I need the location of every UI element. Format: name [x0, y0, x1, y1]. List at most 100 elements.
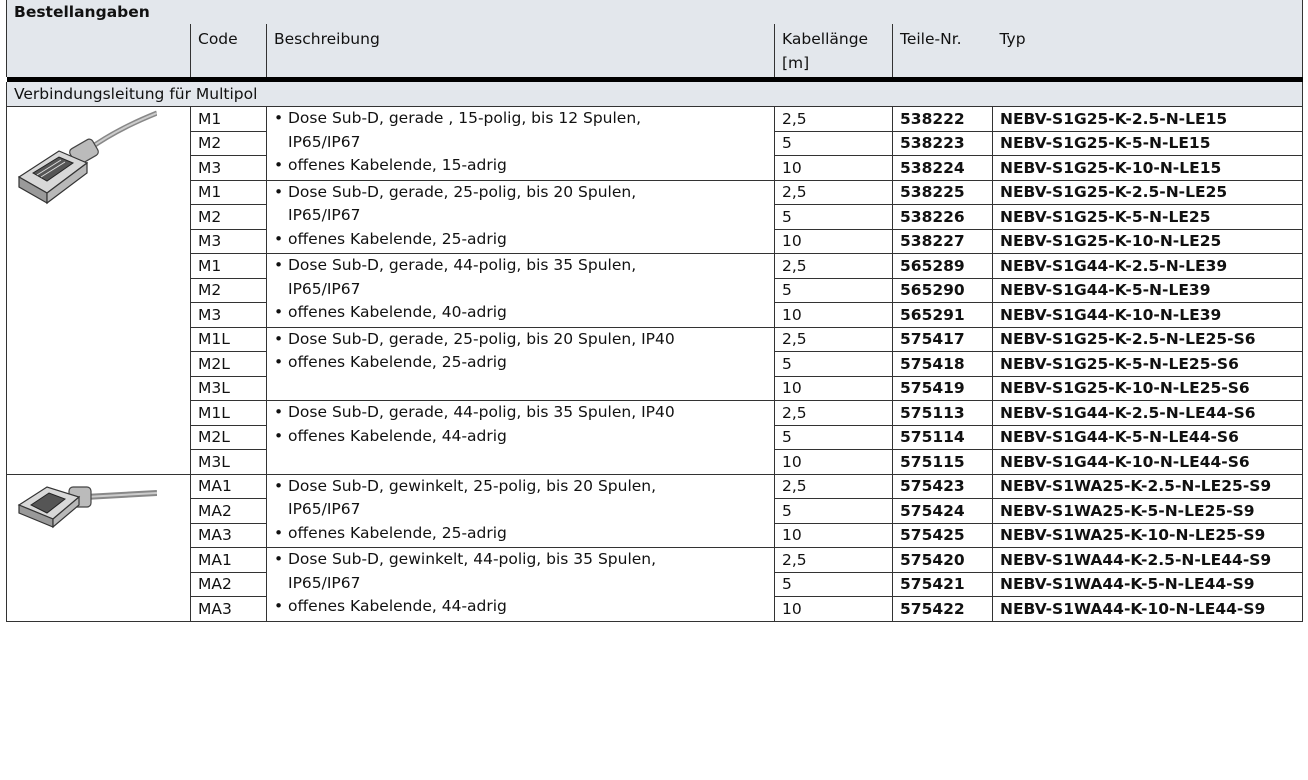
description-line: IP65/IP67: [288, 206, 361, 224]
code-cell: M2: [190, 277, 267, 303]
cable-length-cell: 2,5: [774, 179, 893, 205]
cable-length-cell: 2,5: [774, 400, 893, 426]
part-number-cell: 575113: [892, 400, 993, 426]
description-line: offenes Kabelende, 44-adrig: [274, 595, 767, 619]
code-cell: MA1: [190, 473, 267, 499]
table-row: M1 Dose Sub-D, gerade , 15-polig, bis 12 …: [6, 106, 1304, 475]
type-cell: NEBV-S1WA25-K-5-N-LE25-S9: [991, 498, 1304, 524]
table-row: M1 Dose Sub-D, gerade, 44-polig, bis 35 S…: [7, 253, 1304, 328]
description-line: Dose Sub-D, gerade, 44-polig, bis 35 Spu…: [274, 401, 767, 424]
type-cell: NEBV-S1G25-K-2.5-N-LE15: [991, 106, 1304, 132]
part-number-cell: 538227: [892, 228, 993, 254]
code-cell: M3: [190, 155, 267, 181]
type-cell: NEBV-S1WA44-K-2.5-N-LE44-S9: [991, 547, 1304, 573]
part-number-cell: 565291: [892, 302, 993, 328]
part-number-cell: 575420: [892, 547, 993, 573]
part-number-cell: 538223: [892, 130, 993, 156]
header-kabellaenge-line2: [m]: [782, 54, 810, 72]
type-cell: NEBV-S1WA44-K-10-N-LE44-S9: [991, 596, 1304, 622]
header-kabellaenge: Kabellänge [m]: [774, 24, 893, 77]
order-table: Bestellangaben Code Beschreibung Kabellä…: [5, 0, 1304, 622]
table-title: Bestellangaben: [5, 0, 1304, 24]
part-number-cell: 575115: [892, 449, 993, 475]
code-cell: M3: [190, 302, 267, 328]
product-image-cell: [6, 473, 191, 622]
description-cell: Dose Sub-D, gerade, 25-polig, bis 20 Spu…: [266, 326, 775, 401]
code-cell: M2L: [190, 424, 267, 450]
type-cell: NEBV-S1G44-K-5-N-LE39: [991, 277, 1304, 303]
cable-length-cell: 2,5: [774, 253, 893, 279]
code-cell: MA1: [190, 547, 267, 573]
cable-length-cell: 2,5: [774, 326, 893, 352]
description-line: offenes Kabelende, 25-adrig: [274, 228, 767, 252]
table-row: MA1 Dose Sub-D, gewinkelt, 25-polig, bis …: [6, 473, 1304, 622]
cable-length-cell: 10: [774, 522, 893, 548]
description-line: Dose Sub-D, gerade, 25-polig, bis 20 Spu…: [274, 181, 767, 204]
type-cell: NEBV-S1G25-K-5-N-LE15: [991, 130, 1304, 156]
part-number-cell: 575424: [892, 498, 993, 524]
code-cell: M1L: [190, 400, 267, 426]
cable-length-cell: 10: [774, 375, 893, 401]
type-cell: NEBV-S1WA25-K-2.5-N-LE25-S9: [991, 473, 1304, 499]
cable-length-cell: 2,5: [774, 547, 893, 573]
code-cell: MA3: [190, 596, 267, 622]
header-typ: Typ: [992, 24, 1304, 77]
description-cell: Dose Sub-D, gerade, 44-polig, bis 35 Spu…: [266, 253, 775, 328]
code-cell: M1: [190, 179, 267, 205]
part-number-cell: 575419: [892, 375, 993, 401]
description-line: Dose Sub-D, gerade, 44-polig, bis 35 Spu…: [274, 254, 767, 277]
description-line: IP65/IP67: [288, 279, 361, 298]
part-number-cell: 565289: [892, 253, 993, 279]
product-image-cell: [6, 106, 191, 475]
type-cell: NEBV-S1G25-K-2.5-N-LE25: [991, 179, 1304, 205]
description-cell: Dose Sub-D, gerade, 44-polig, bis 35 Spu…: [266, 400, 775, 475]
cable-length-cell: 5: [774, 351, 893, 377]
type-cell: NEBV-S1G25-K-5-N-LE25-S6: [991, 351, 1304, 377]
part-number-cell: 538224: [892, 155, 993, 181]
cable-length-cell: 5: [774, 498, 893, 524]
cable-length-cell: 5: [774, 277, 893, 303]
cable-length-cell: 10: [774, 596, 893, 622]
table-row: MA1 Dose Sub-D, gewinkelt, 44-polig, bis …: [7, 547, 1304, 622]
part-number-cell: 575418: [892, 351, 993, 377]
header-code: Code: [190, 24, 267, 77]
description-line: IP65/IP67: [288, 500, 361, 518]
description-line: IP65/IP67: [288, 132, 361, 151]
part-number-cell: 575425: [892, 522, 993, 548]
part-number-cell: 565290: [892, 277, 993, 303]
description-line: offenes Kabelende, 40-adrig: [274, 301, 767, 325]
description-line: offenes Kabelende, 25-adrig: [274, 351, 767, 375]
cable-length-cell: 10: [774, 302, 893, 328]
description-cell: Dose Sub-D, gewinkelt, 44-polig, bis 35 …: [266, 547, 775, 622]
description-line: offenes Kabelende, 44-adrig: [274, 425, 767, 449]
header-image-cell: [6, 24, 191, 77]
description-line: IP65/IP67: [288, 573, 361, 592]
code-cell: M1L: [190, 326, 267, 352]
table-row: M1L Dose Sub-D, gerade, 25-polig, bis 20 …: [7, 326, 1304, 401]
code-cell: M1: [190, 106, 267, 132]
part-number-cell: 538226: [892, 204, 993, 230]
description-line: Dose Sub-D, gerade , 15-polig, bis 12 Sp…: [274, 107, 767, 130]
description-line: offenes Kabelende, 25-adrig: [274, 522, 767, 546]
cable-length-cell: 10: [774, 228, 893, 254]
description-line: Dose Sub-D, gewinkelt, 44-polig, bis 35 …: [274, 548, 767, 571]
type-cell: NEBV-S1G25-K-2.5-N-LE25-S6: [991, 326, 1304, 352]
description-cell: Dose Sub-D, gewinkelt, 25-polig, bis 20 …: [266, 473, 775, 548]
code-cell: M1: [190, 253, 267, 279]
code-cell: MA3: [190, 522, 267, 548]
description-line: offenes Kabelende, 15-adrig: [274, 154, 767, 178]
part-number-cell: 575417: [892, 326, 993, 352]
code-cell: M2L: [190, 351, 267, 377]
code-cell: M3L: [190, 375, 267, 401]
type-cell: NEBV-S1G25-K-10-N-LE25: [991, 228, 1304, 254]
type-cell: NEBV-S1G25-K-10-N-LE25-S6: [991, 375, 1304, 401]
part-number-cell: 575423: [892, 473, 993, 499]
type-cell: NEBV-S1G44-K-5-N-LE44-S6: [991, 424, 1304, 450]
type-cell: NEBV-S1G25-K-5-N-LE25: [991, 204, 1304, 230]
description-cell: Dose Sub-D, gerade , 15-polig, bis 12 Sp…: [266, 106, 775, 181]
cable-length-cell: 2,5: [774, 473, 893, 499]
cable-length-cell: 5: [774, 130, 893, 156]
code-cell: MA2: [190, 498, 267, 524]
sub-d-angled-connector-icon: [17, 485, 157, 528]
type-cell: NEBV-S1G44-K-2.5-N-LE39: [991, 253, 1304, 279]
